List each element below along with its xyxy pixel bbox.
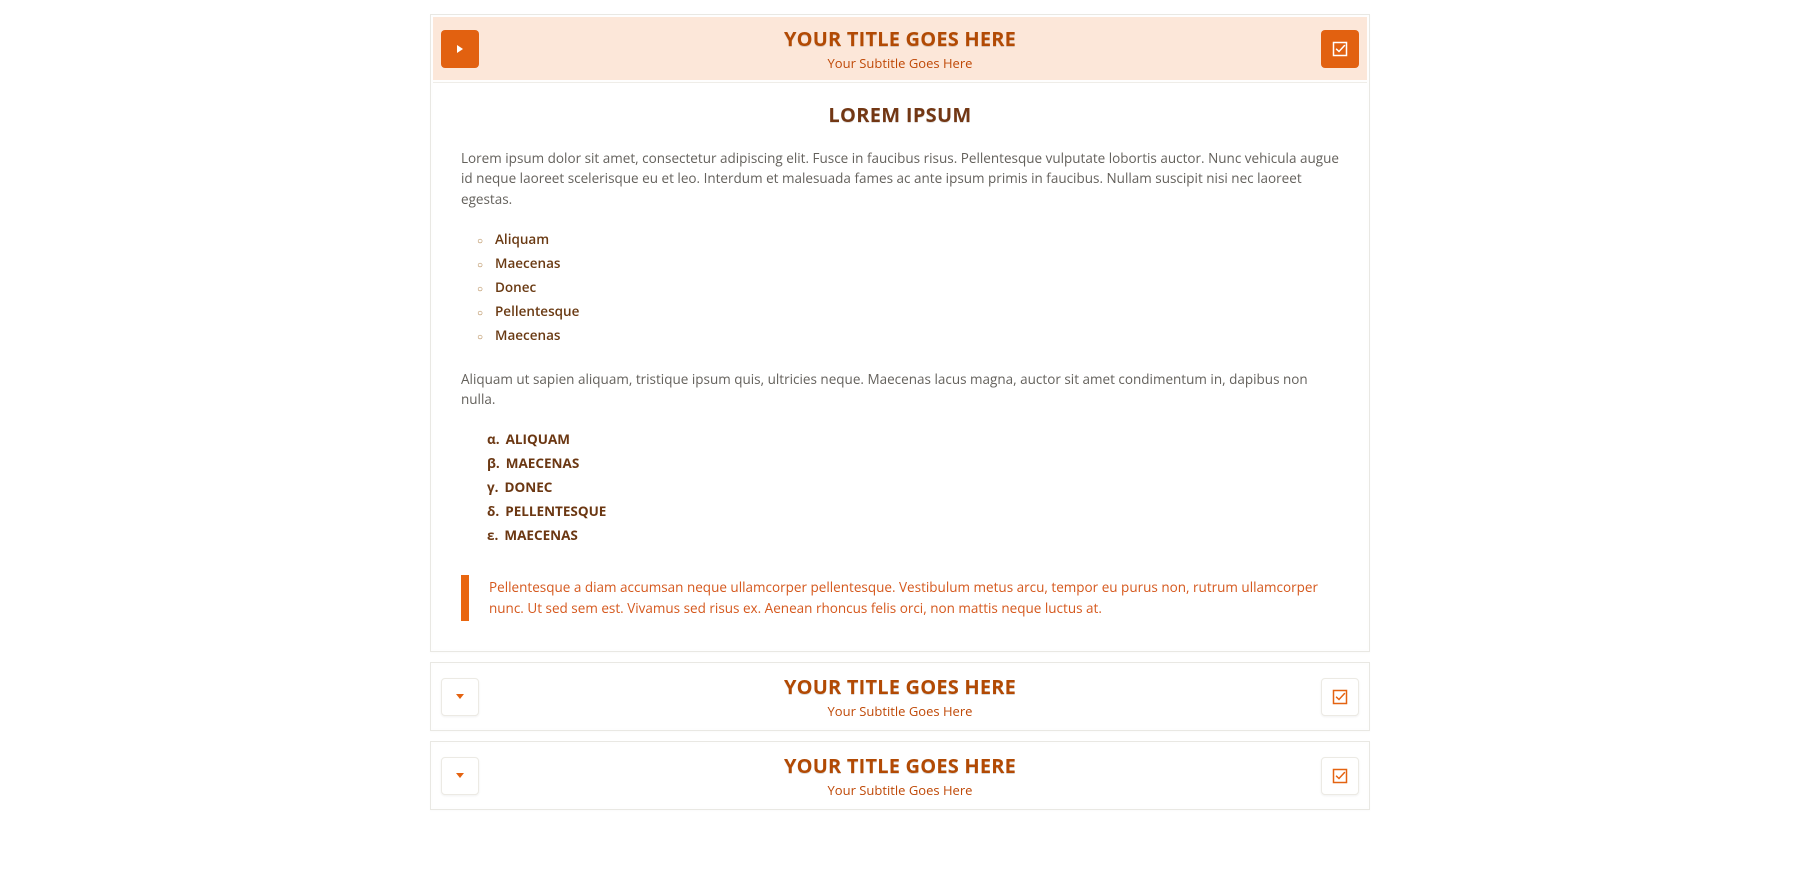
collapse-toggle-button[interactable] xyxy=(441,30,479,68)
panel-subtitle: Your Subtitle Goes Here xyxy=(479,54,1321,72)
bullet-list: Aliquam Maecenas Donec Pellentesque Maec… xyxy=(461,227,1339,347)
greek-marker: γ. xyxy=(487,478,499,496)
accordion-panel-3: YOUR TITLE GOES HERE Your Subtitle Goes … xyxy=(430,741,1370,810)
blockquote: Pellentesque a diam accumsan neque ullam… xyxy=(461,575,1339,621)
panel-subtitle: Your Subtitle Goes Here xyxy=(479,702,1321,720)
check-square-icon xyxy=(1332,768,1348,784)
panel-body-1: LOREM IPSUM Lorem ipsum dolor sit amet, … xyxy=(433,82,1367,649)
panel-title: YOUR TITLE GOES HERE xyxy=(479,25,1321,52)
list-item: α. ALIQUAM xyxy=(487,427,1339,451)
caret-down-icon xyxy=(455,693,465,701)
greek-list: α. ALIQUAM β. MAECENAS γ. DONEC δ. PELLENTES… xyxy=(461,427,1339,547)
caret-down-icon xyxy=(455,772,465,780)
list-item: Donec xyxy=(495,275,1339,299)
accordion-panel-1: YOUR TITLE GOES HERE Your Subtitle Goes … xyxy=(430,14,1370,652)
greek-item-text: MAECENAS xyxy=(506,454,580,472)
content-heading: LOREM IPSUM xyxy=(461,101,1339,128)
list-item: β. MAECENAS xyxy=(487,451,1339,475)
check-button[interactable] xyxy=(1321,678,1359,716)
greek-item-text: MAECENAS xyxy=(504,526,578,544)
list-item: Aliquam xyxy=(495,227,1339,251)
check-square-icon xyxy=(1332,41,1348,57)
caret-right-icon xyxy=(456,44,464,54)
list-item: Maecenas xyxy=(495,251,1339,275)
greek-marker: β. xyxy=(487,454,500,472)
accordion-panel-2: YOUR TITLE GOES HERE Your Subtitle Goes … xyxy=(430,662,1370,731)
list-item: Maecenas xyxy=(495,323,1339,347)
greek-item-text: ALIQUAM xyxy=(506,430,570,448)
panel-title: YOUR TITLE GOES HERE xyxy=(479,673,1321,700)
list-item: ε. MAECENAS xyxy=(487,523,1339,547)
greek-marker: δ. xyxy=(487,502,499,520)
list-item: Pellentesque xyxy=(495,299,1339,323)
list-item: γ. DONEC xyxy=(487,475,1339,499)
expand-toggle-button[interactable] xyxy=(441,678,479,716)
check-button[interactable] xyxy=(1321,757,1359,795)
greek-item-text: DONEC xyxy=(505,478,553,496)
check-square-icon xyxy=(1332,689,1348,705)
panel-title-block: YOUR TITLE GOES HERE Your Subtitle Goes … xyxy=(479,752,1321,799)
panel-header-3[interactable]: YOUR TITLE GOES HERE Your Subtitle Goes … xyxy=(433,744,1367,807)
expand-toggle-button[interactable] xyxy=(441,757,479,795)
check-button[interactable] xyxy=(1321,30,1359,68)
panel-subtitle: Your Subtitle Goes Here xyxy=(479,781,1321,799)
list-item: δ. PELLENTESQUE xyxy=(487,499,1339,523)
greek-item-text: PELLENTESQUE xyxy=(505,502,606,520)
greek-marker: ε. xyxy=(487,526,498,544)
panel-header-2[interactable]: YOUR TITLE GOES HERE Your Subtitle Goes … xyxy=(433,665,1367,728)
greek-marker: α. xyxy=(487,430,500,448)
panel-title-block: YOUR TITLE GOES HERE Your Subtitle Goes … xyxy=(479,673,1321,720)
panel-title-block: YOUR TITLE GOES HERE Your Subtitle Goes … xyxy=(479,25,1321,72)
panel-title: YOUR TITLE GOES HERE xyxy=(479,752,1321,779)
panel-header-1[interactable]: YOUR TITLE GOES HERE Your Subtitle Goes … xyxy=(433,17,1367,80)
paragraph-2: Aliquam ut sapien aliquam, tristique ips… xyxy=(461,369,1339,410)
accordion-wrapper: YOUR TITLE GOES HERE Your Subtitle Goes … xyxy=(430,14,1370,850)
paragraph-1: Lorem ipsum dolor sit amet, consectetur … xyxy=(461,148,1339,209)
